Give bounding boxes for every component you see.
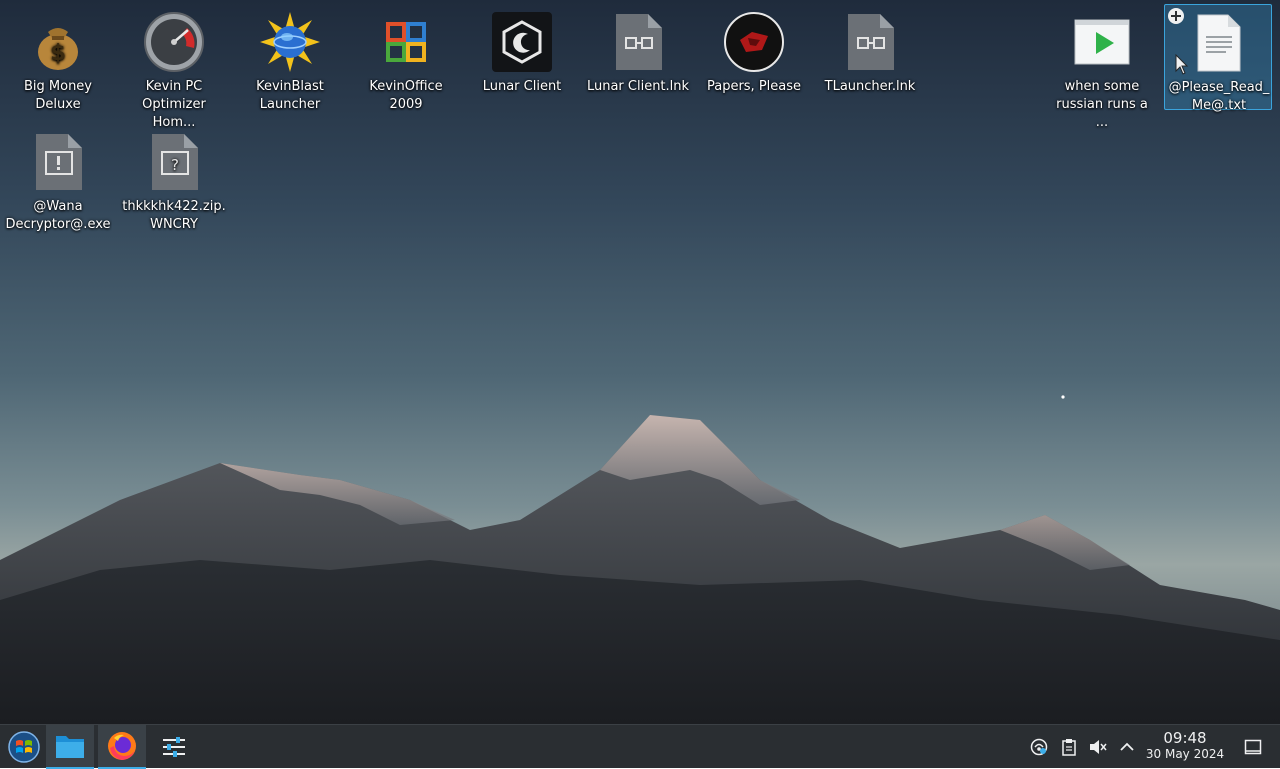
icon-label: Lunar Client (482, 79, 562, 94)
application-launcher-button[interactable] (0, 725, 48, 769)
svg-text:$: $ (50, 41, 65, 66)
icon-label: KevinOffice 2009 (369, 79, 443, 112)
desktop[interactable]: $ Big Money Deluxe Kevin PC Optimizer Ho… (0, 0, 1280, 724)
papers-please-icon (722, 10, 786, 74)
network-icon[interactable] (1028, 736, 1050, 758)
icon-label: when some russian runs a ... (1056, 79, 1148, 130)
firefox-icon (108, 732, 136, 760)
unknown-file-icon: ? (142, 130, 206, 194)
add-to-selection-icon[interactable] (1167, 7, 1185, 25)
folder-icon (56, 736, 84, 758)
clock-time: 09:48 (1163, 729, 1207, 747)
desktop-icon-kevinoffice-2009[interactable]: KevinOffice 2009 (352, 4, 460, 112)
task-firefox[interactable] (98, 725, 146, 769)
icon-label: Big Money Deluxe (23, 79, 92, 112)
icon-label: KevinBlast Launcher (256, 79, 324, 112)
speedometer-icon (142, 10, 206, 74)
chevron-up-icon[interactable] (1116, 736, 1138, 758)
text-file-icon (1186, 11, 1250, 75)
svg-text:?: ? (171, 156, 179, 174)
desktop-icon-wncry-archive[interactable]: ? thkkkhk422.zip. WNCRY (120, 124, 228, 232)
digital-clock[interactable]: 09:48 30 May 2024 (1140, 729, 1230, 762)
video-file-icon (1070, 10, 1134, 74)
icon-label: @Wana Decryptor@.exe (5, 199, 111, 232)
task-file-manager[interactable] (46, 725, 94, 769)
icon-label: Papers, Please (706, 79, 802, 94)
shortcut-file-icon (838, 10, 902, 74)
desktop-icon-big-money-deluxe[interactable]: $ Big Money Deluxe (4, 4, 112, 112)
icon-label: TLauncher.lnk (824, 79, 916, 94)
show-desktop-button[interactable] (1242, 736, 1264, 758)
desktop-icon-wana-decryptor[interactable]: @Wana Decryptor@.exe (4, 124, 112, 232)
desktop-icon-kevinblast-launcher[interactable]: KevinBlast Launcher (236, 4, 344, 112)
desktop-icon-kevin-pc-optimizer[interactable]: Kevin PC Optimizer Hom... (120, 4, 228, 130)
volume-muted-icon[interactable] (1087, 736, 1109, 758)
executable-file-icon (26, 130, 90, 194)
office-logo-icon (374, 10, 438, 74)
task-settings[interactable] (150, 725, 198, 769)
mouse-cursor-icon (1175, 54, 1189, 75)
clock-date: 30 May 2024 (1145, 747, 1225, 761)
start-orb-icon (8, 731, 40, 763)
desktop-icon-papers-please[interactable]: Papers, Please (700, 4, 808, 110)
settings-sliders-icon (163, 737, 185, 757)
desktop-icon-lunar-client-lnk[interactable]: Lunar Client.lnk (584, 4, 692, 110)
globe-sun-icon (258, 10, 322, 74)
desktop-icon-tlauncher-lnk[interactable]: TLauncher.lnk (816, 4, 924, 110)
money-bag-icon: $ (26, 10, 90, 74)
taskbar: 09:48 30 May 2024 (0, 724, 1280, 769)
icon-label: Lunar Client.lnk (586, 79, 690, 94)
icon-label: @Please_Read_ Me@.txt (1168, 80, 1270, 113)
show-desktop-icon (1244, 739, 1262, 755)
desktop-icon-lunar-client[interactable]: Lunar Client (468, 4, 576, 110)
desktop-icon-russian-video[interactable]: when some russian runs a ... (1048, 4, 1156, 130)
clipboard-icon[interactable] (1058, 736, 1080, 758)
lunar-client-icon (490, 10, 554, 74)
icon-label: thkkkhk422.zip. WNCRY (122, 199, 226, 232)
shortcut-file-icon (606, 10, 670, 74)
